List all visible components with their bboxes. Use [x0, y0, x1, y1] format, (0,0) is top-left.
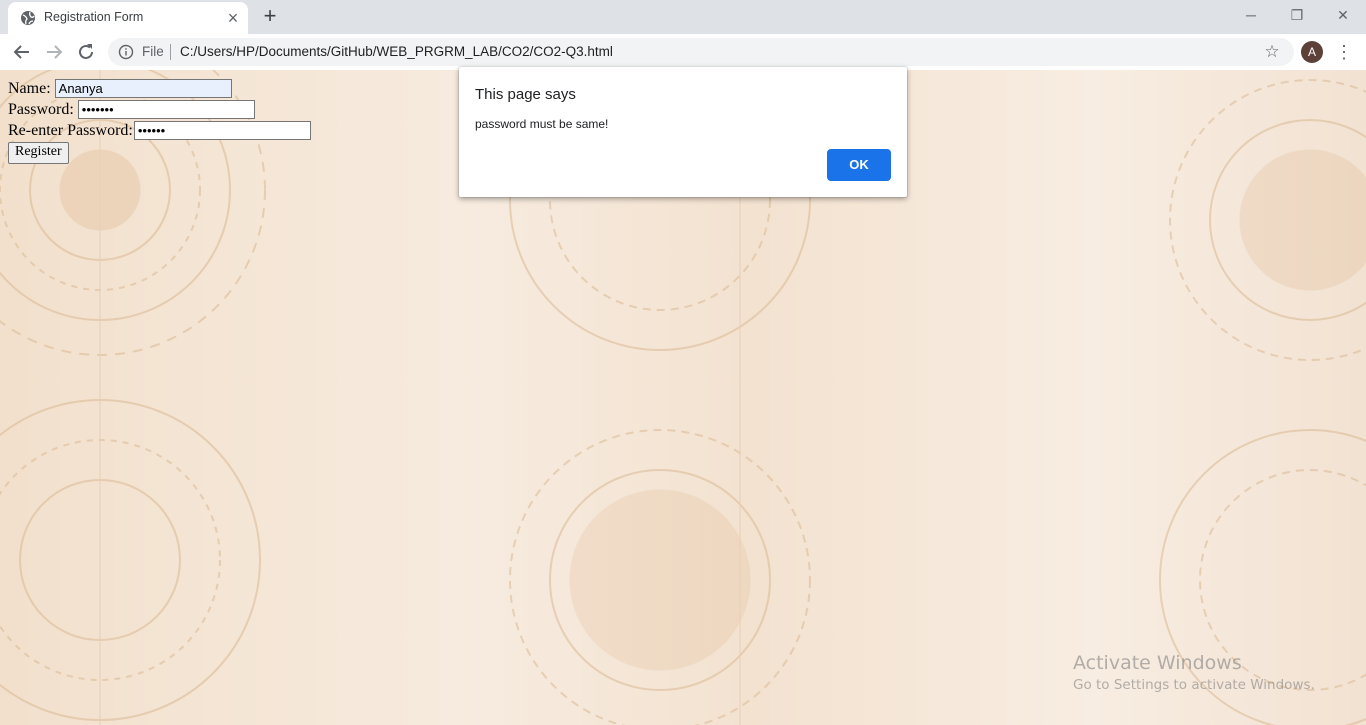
new-tab-button[interactable]: +	[258, 4, 282, 28]
kebab-menu-icon[interactable]: ⋮	[1334, 40, 1354, 64]
watermark-subtitle: Go to Settings to activate Windows.	[1073, 677, 1315, 693]
dialog-title: This page says	[475, 86, 576, 103]
bookmark-star-icon[interactable]: ☆	[1262, 42, 1282, 62]
dialog-message: password must be same!	[475, 117, 609, 131]
address-bar[interactable]: File C:/Users/HP/Documents/GitHub/WEB_PR…	[108, 38, 1294, 66]
watermark-title: Activate Windows	[1073, 652, 1242, 674]
alert-dialog: This page says password must be same! OK	[459, 67, 907, 197]
reenter-password-label: Re-enter Password:	[8, 121, 133, 139]
name-row: Name: Ananya	[8, 78, 311, 99]
forward-arrow-icon[interactable]	[42, 40, 66, 64]
ok-button[interactable]: OK	[827, 149, 891, 181]
back-arrow-icon[interactable]	[10, 40, 34, 64]
tab-registration-form[interactable]: Registration Form ×	[8, 2, 248, 34]
omnibox-divider	[170, 44, 171, 60]
activate-windows-watermark: Activate Windows Go to Settings to activ…	[1073, 652, 1315, 693]
restore-button[interactable]: ❐	[1274, 0, 1320, 32]
close-tab-icon[interactable]: ×	[224, 9, 242, 27]
password-input[interactable]: •••••••	[77, 100, 255, 119]
browser-toolbar: File C:/Users/HP/Documents/GitHub/WEB_PR…	[0, 34, 1366, 71]
close-window-button[interactable]: ✕	[1320, 0, 1366, 32]
minimize-button[interactable]: ─	[1228, 0, 1274, 32]
tab-strip: Registration Form × + ─ ❐ ✕	[0, 0, 1366, 34]
scheme-label: File	[142, 44, 164, 59]
reload-icon[interactable]	[74, 40, 98, 64]
profile-avatar[interactable]: A	[1301, 41, 1323, 63]
password-label: Password:	[8, 100, 74, 118]
url-text[interactable]: C:/Users/HP/Documents/GitHub/WEB_PRGRM_L…	[180, 44, 613, 59]
info-icon[interactable]	[118, 44, 134, 60]
register-button[interactable]: Register	[8, 142, 69, 164]
tab-title: Registration Form	[44, 10, 144, 24]
name-input[interactable]: Ananya	[54, 79, 232, 98]
registration-form: Name: Ananya Password: ••••••• Re-enter …	[8, 78, 311, 164]
globe-icon	[21, 11, 35, 25]
reenter-password-row: Re-enter Password: ••••••	[8, 120, 311, 141]
name-label: Name:	[8, 79, 51, 97]
password-row: Password: •••••••	[8, 99, 311, 120]
reenter-password-input[interactable]: ••••••	[133, 121, 311, 140]
